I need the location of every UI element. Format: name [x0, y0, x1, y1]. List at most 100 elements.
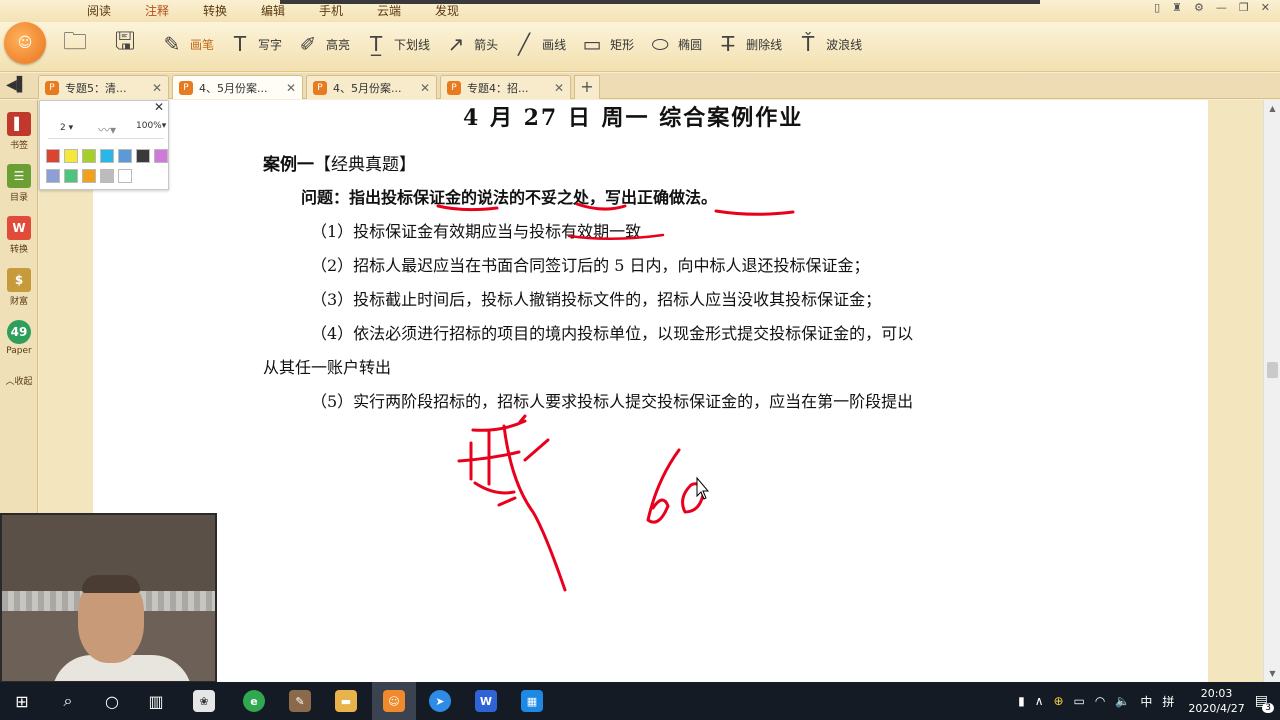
update-icon[interactable]: ⊕ [1053, 694, 1063, 708]
taskbar-app[interactable]: ➤ [418, 682, 462, 720]
sidebar-item-wealth[interactable]: $ 财富 [0, 268, 38, 307]
save-icon: 🖫 [114, 26, 136, 55]
menu-annotate[interactable]: 注释 [128, 0, 186, 22]
search-icon: ⌕ [63, 691, 73, 710]
color-swatch[interactable] [82, 149, 96, 163]
list-item: （3）投标截止时间后，投标人撤销投标文件的，招标人应当没收其投标保证金； [311, 290, 882, 309]
minimize-icon[interactable]: — [1216, 1, 1227, 14]
battery-icon[interactable]: ▮ [1018, 694, 1025, 708]
color-swatch[interactable] [82, 169, 96, 183]
close-icon[interactable]: ✕ [152, 81, 162, 95]
tool-line[interactable]: ╱ 画线 [510, 31, 566, 57]
taskbar-app-active[interactable]: ☺ [372, 682, 416, 720]
close-icon[interactable]: ✕ [420, 81, 430, 95]
tool-label: 下划线 [394, 37, 431, 52]
rectangle-icon: ▭ [582, 32, 602, 56]
tool-write-text[interactable]: T 写字 [226, 31, 282, 57]
document-page[interactable]: 4 月 27 日 周一 综合案例作业 案例一【经典真题】 问题：指出投标保证金的… [93, 100, 1208, 682]
sidebar-item-paper[interactable]: 49 Paper [0, 320, 38, 356]
file-explorer-icon: ▬ [335, 690, 357, 712]
start-button[interactable]: ⊞ [0, 682, 44, 720]
open-folder-button[interactable]: 🗀 [58, 27, 96, 57]
sidebar-item-label: 书签 [9, 141, 28, 151]
color-swatch[interactable] [64, 149, 78, 163]
pen-width-select[interactable]: 2 ▾ [60, 123, 73, 133]
sidebar-item-toc[interactable]: ☰ 目录 [0, 164, 38, 203]
settings-icon[interactable]: ⚙ [1194, 1, 1204, 14]
color-swatch[interactable] [118, 169, 132, 183]
ime-indicator[interactable]: 中 [1140, 693, 1152, 710]
taskbar-app[interactable]: ▬ [324, 682, 368, 720]
line-style-select[interactable]: 〰▾ [98, 121, 116, 138]
clock[interactable]: 20:03 2020/4/27 [1188, 686, 1244, 716]
cursor-icon [696, 476, 710, 500]
color-swatch[interactable] [136, 149, 150, 163]
app-logo[interactable]: ☺ [4, 22, 46, 64]
taskbar-app[interactable]: ✎ [278, 682, 322, 720]
search-button[interactable]: ⌕ [46, 682, 90, 720]
color-swatch[interactable] [64, 169, 78, 183]
close-icon[interactable]: ✕ [1261, 1, 1270, 14]
annotation-toolbar: ☺ 🗀 🖫 ✎ 画笔 T 写字 ✐ 高亮 T̲ 下划线 ↗ 箭头 ╱ 画线 ▭ 矩形 ⬭ 椭圆 … [0, 22, 1280, 72]
restore-icon[interactable]: ❐ [1239, 1, 1249, 14]
color-swatch[interactable] [118, 149, 132, 163]
bookmark-icon: ▌ [7, 112, 31, 136]
menu-convert[interactable]: 转换 [186, 0, 244, 22]
color-swatch[interactable] [46, 149, 60, 163]
wifi-icon[interactable]: ◠ [1095, 694, 1105, 708]
task-view-button[interactable]: ▥ [134, 682, 178, 720]
tool-ellipse[interactable]: ⬭ 椭圆 [646, 31, 703, 57]
cortana-button[interactable]: ○ [90, 682, 134, 720]
taskbar-app[interactable]: ▦ [510, 682, 554, 720]
scroll-up-icon[interactable]: ▲ [1264, 100, 1280, 117]
tool-underline[interactable]: T̲ 下划线 [362, 31, 430, 57]
collapse-panel-icon[interactable]: ◀▌ [6, 77, 28, 93]
tool-rectangle[interactable]: ▭ 矩形 [578, 31, 634, 57]
volume-icon[interactable]: 🔈 [1115, 694, 1130, 708]
save-button[interactable]: 🖫 [108, 26, 146, 57]
scroll-down-icon[interactable]: ▼ [1264, 665, 1280, 682]
tab-document[interactable]: P 4、5月份案... ✕ [172, 75, 303, 99]
vertical-scrollbar[interactable]: ▲ ▼ [1263, 100, 1280, 682]
menu-read[interactable]: 阅读 [70, 0, 128, 22]
color-swatch[interactable] [46, 169, 60, 183]
tab-document[interactable]: P 专题5：清... ✕ [38, 75, 169, 99]
opacity-select[interactable]: 100%▾ [136, 121, 166, 131]
sidebar-item-label: 收起 [14, 377, 33, 387]
pdf-icon: P [45, 80, 59, 95]
tab-document[interactable]: P 4、5月份案... ✕ [306, 75, 437, 99]
tool-wavy-line[interactable]: Ť 波浪线 [794, 31, 862, 57]
close-icon[interactable]: ✕ [554, 81, 564, 95]
sidebar-item-convert[interactable]: W 转换 [0, 216, 38, 255]
color-swatch[interactable] [100, 169, 114, 183]
taskbar-app[interactable]: W [464, 682, 508, 720]
skin-icon[interactable]: ♜ [1172, 1, 1182, 14]
tool-strikethrough[interactable]: T̶ 删除线 [714, 31, 782, 57]
power-icon[interactable]: ▭ [1074, 694, 1085, 708]
tool-label: 矩形 [610, 37, 635, 52]
pen-color-palette: ✕ 2 ▾ 〰▾ 100%▾ [39, 100, 169, 190]
tool-arrow[interactable]: ↗ 箭头 [442, 31, 498, 57]
close-icon[interactable]: ✕ [286, 81, 296, 95]
sidebar-item-bookmarks[interactable]: ▌ 书签 [0, 112, 38, 151]
highlight-icon: ✐ [299, 32, 317, 56]
tool-highlight[interactable]: ✐ 高亮 [294, 31, 350, 57]
color-swatch[interactable] [100, 149, 114, 163]
tab-document[interactable]: P 专题4：招... ✕ [440, 75, 571, 99]
chevron-up-icon[interactable]: ∧ [1035, 694, 1044, 708]
add-tab-button[interactable]: + [574, 75, 600, 99]
taskbar-app[interactable]: e [232, 682, 276, 720]
sidebar-collapse[interactable]: ︿收起 [0, 374, 38, 387]
close-icon[interactable]: ✕ [154, 100, 164, 114]
scrollbar-thumb[interactable] [1267, 362, 1278, 378]
keyboard-layout-indicator[interactable]: 拼 [1162, 693, 1174, 710]
tool-label: 波浪线 [826, 37, 863, 52]
taskbar-app[interactable]: ❀ [182, 682, 226, 720]
notification-bell-icon[interactable]: ▯ [1154, 1, 1160, 14]
color-swatch[interactable] [154, 149, 168, 163]
tool-label: 删除线 [746, 37, 783, 52]
windows-start-icon: ⊞ [15, 691, 29, 711]
action-center-icon[interactable]: ▤ 3 [1255, 693, 1274, 713]
tool-pen[interactable]: ✎ 画笔 [158, 31, 214, 57]
ink-char-jie [457, 414, 567, 592]
